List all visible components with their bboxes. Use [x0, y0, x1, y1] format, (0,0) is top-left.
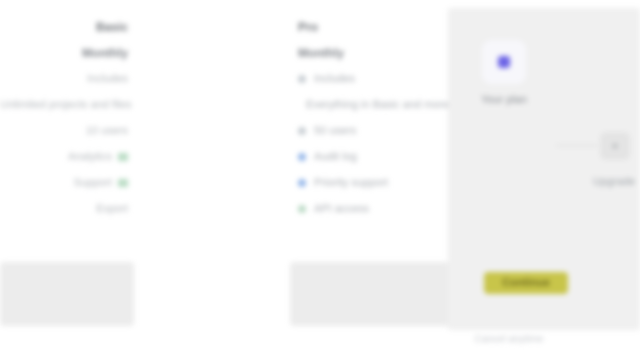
check-icon [118, 153, 128, 162]
feature-label: Includes [87, 73, 128, 85]
dot-icon [298, 179, 306, 187]
feature-label: Unlimited projects and files [0, 99, 132, 111]
feature-row: Audit log [298, 144, 448, 170]
plus-icon: + [611, 139, 619, 153]
feature-row: 10 users [0, 118, 134, 144]
feature-label: Priority support [314, 177, 388, 189]
feature-row: API access [298, 196, 448, 222]
feature-row: 50 users [298, 118, 448, 144]
current-plan-card[interactable] [482, 40, 526, 84]
continue-button[interactable]: Continue [484, 272, 568, 294]
plan-title: Pro [298, 20, 319, 34]
current-plan-label: Your plan [480, 94, 528, 106]
plan-footer-basic [0, 262, 134, 326]
feature-label: 50 users [314, 125, 357, 137]
upgrade-badge[interactable]: + [600, 132, 630, 160]
feature-row: Includes [298, 66, 448, 92]
upgrade-label: Upgrade [592, 176, 636, 188]
feature-row: Priority support [298, 170, 448, 196]
check-icon [118, 179, 128, 188]
feature-label: Support [73, 177, 112, 189]
dot-icon [298, 205, 306, 213]
feature-row: Export [0, 196, 134, 222]
feature-label: Analytics [67, 151, 112, 163]
feature-row: Support [0, 170, 134, 196]
feature-label: Audit log [314, 151, 357, 163]
plan-column-basic: Basic Monthly Includes Unlimited project… [0, 14, 134, 222]
dot-icon [298, 75, 306, 83]
pricing-screen: Basic Monthly Includes Unlimited project… [0, 0, 640, 360]
plan-column-pro: Pro Monthly Includes Everything in Basic… [298, 14, 450, 222]
feature-row: Unlimited projects and files [0, 92, 134, 118]
feature-row: Analytics [0, 144, 134, 170]
dot-icon [298, 127, 306, 135]
feature-label: Includes [314, 73, 355, 85]
plan-billing-period: Monthly [298, 46, 344, 60]
feature-label: API access [314, 203, 370, 215]
connector-line [556, 145, 598, 146]
plan-title: Basic [95, 20, 128, 34]
feature-label: 10 users [85, 125, 128, 137]
plan-billing-period: Monthly [82, 46, 128, 60]
feature-label: Everything in Basic and more [306, 99, 450, 111]
feature-row: Everything in Basic and more [298, 92, 450, 118]
footer-note: Cancel anytime [474, 334, 544, 345]
app-icon [498, 56, 510, 68]
feature-label: Export [96, 203, 128, 215]
dot-icon [298, 153, 306, 161]
plan-footer-pro [290, 262, 462, 326]
feature-row: Includes [0, 66, 134, 92]
